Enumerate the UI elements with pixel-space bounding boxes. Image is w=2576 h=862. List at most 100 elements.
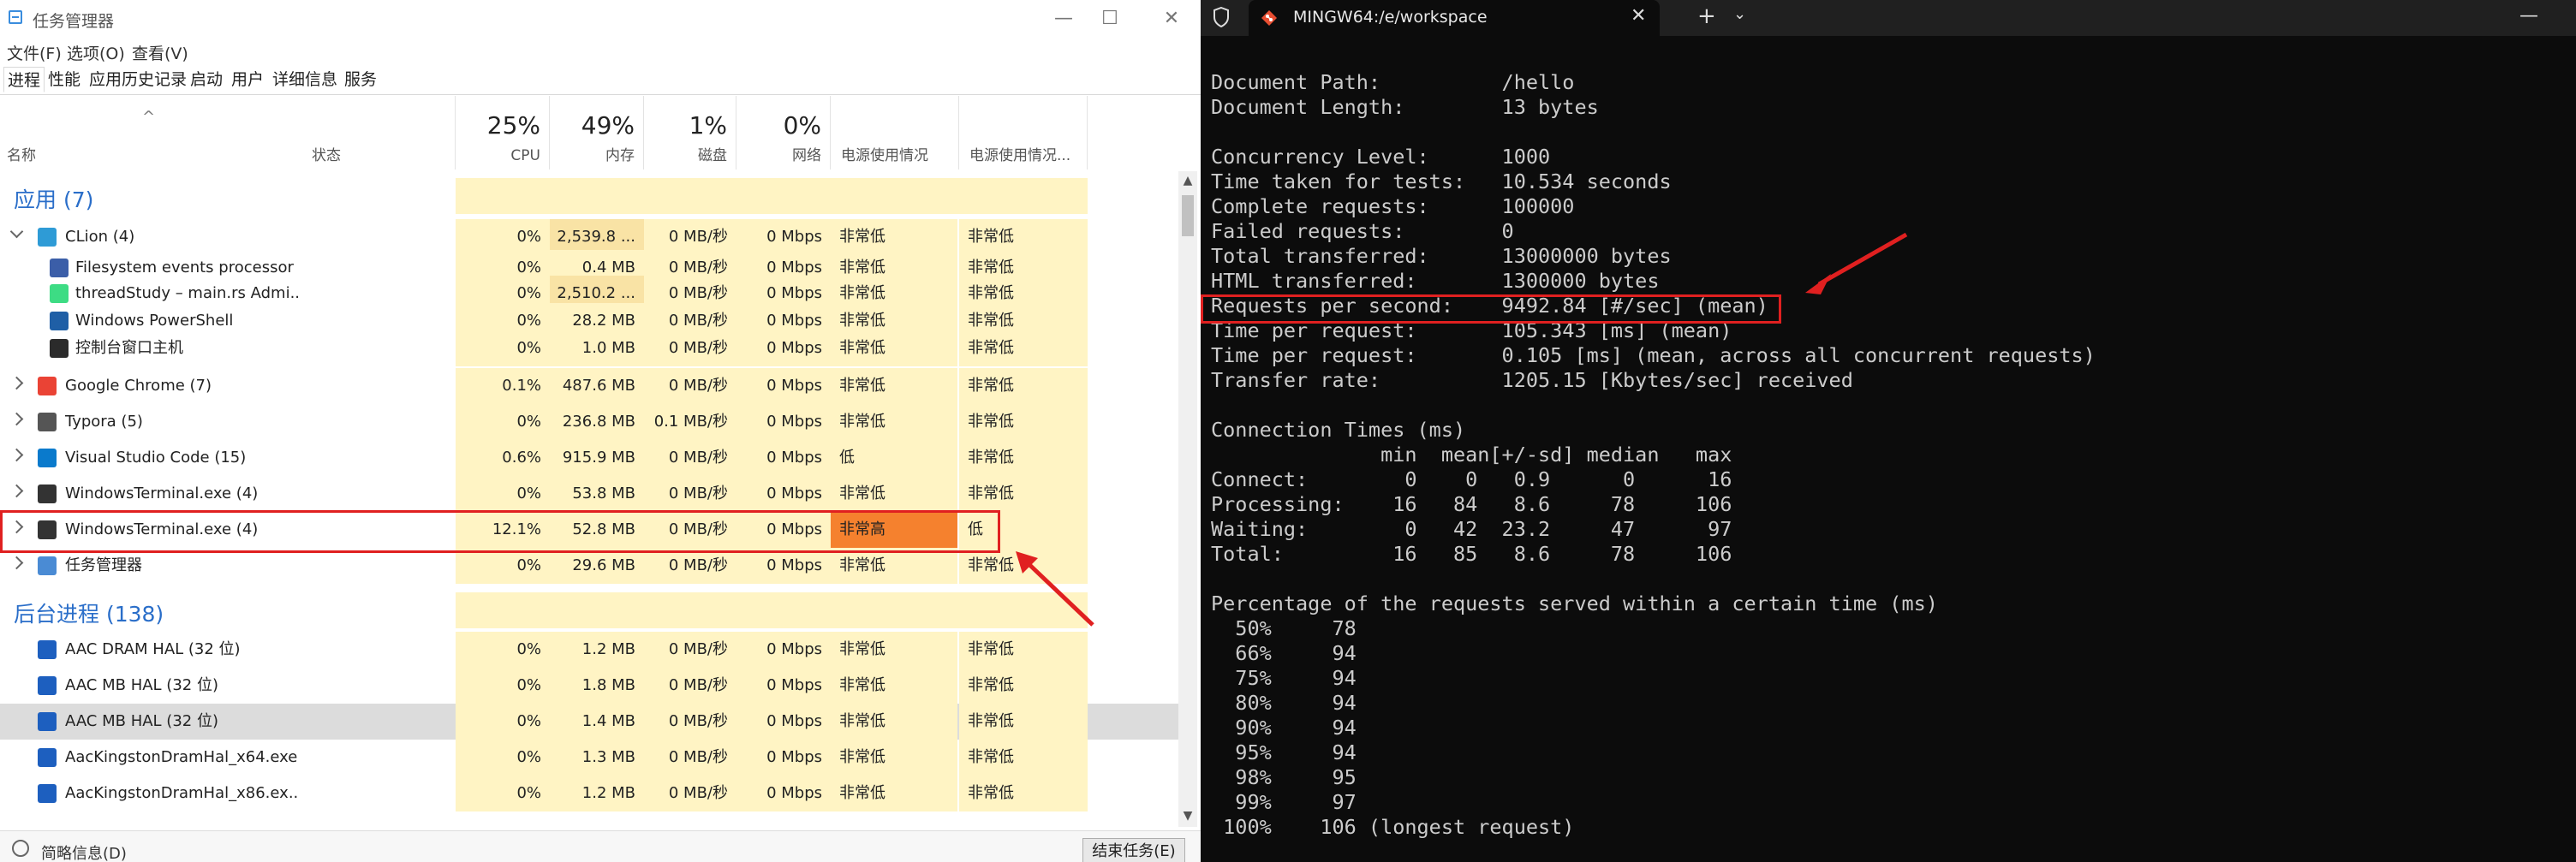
terminal-line: Complete requests: 100000 xyxy=(1211,194,1575,218)
column-cpu[interactable]: 25% CPU xyxy=(456,96,550,169)
scroll-down-icon[interactable]: ▼ xyxy=(1180,808,1196,823)
memory-value: 1.0 MB xyxy=(550,330,644,366)
expand-chevron-icon[interactable] xyxy=(9,484,24,498)
table-row[interactable]: Visual Studio Code (15) 0.6% 915.9 MB 0 MB/… xyxy=(0,440,1184,476)
power-value: 非常低 xyxy=(831,476,957,512)
column-disk[interactable]: 1% 磁盘 xyxy=(644,96,736,169)
process-name: AAC MB HAL (32 位) xyxy=(65,712,218,730)
group-header-apps: 应用 (7) xyxy=(0,178,1184,214)
table-row[interactable]: AAC MB HAL (32 位) 0% 1.4 MB 0 MB/秒 0 Mbps 非常低… xyxy=(0,704,1184,740)
process-name: 控制台窗口主机 xyxy=(75,339,183,357)
scrollbar-track[interactable] xyxy=(1178,171,1197,827)
table-row[interactable]: AAC DRAM HAL (32 位) 0% 1.2 MB 0 MB/秒 0 Mbps 非… xyxy=(0,632,1184,668)
menu-options[interactable]: 选项(O) xyxy=(67,41,125,64)
menu-view[interactable]: 查看(V) xyxy=(132,41,188,64)
tab-services[interactable]: 服务 xyxy=(341,67,380,92)
terminal-minimize-button[interactable]: — xyxy=(2519,5,2538,27)
expand-chevron-icon[interactable] xyxy=(9,224,24,239)
column-name[interactable]: 名称 xyxy=(0,96,305,169)
terminal-tab[interactable]: MINGW64:/e/workspace ✕ xyxy=(1249,0,1660,36)
expand-chevron-icon[interactable] xyxy=(9,556,24,570)
terminal-output[interactable]: Document Path: /hello Document Length: 1… xyxy=(1211,70,2096,840)
tab-processes[interactable]: 进程 xyxy=(3,67,45,92)
table-row[interactable]: AacKingstonDramHal_x86.ex... 0% 1.2 MB 0 MB… xyxy=(0,776,1184,811)
terminal-window: MINGW64:/e/workspace ✕ + ⌄ — Document Pa… xyxy=(1201,0,2576,862)
group-header-background: 后台进程 (138) xyxy=(0,592,1184,628)
table-row[interactable]: 控制台窗口主机 0% 1.0 MB 0 MB/秒 0 Mbps 非常低 非常低 xyxy=(0,330,1184,366)
collapse-icon[interactable] xyxy=(12,840,29,857)
process-icon xyxy=(38,748,57,767)
scrollbar-thumb[interactable] xyxy=(1182,195,1194,236)
power-value: 非常低 xyxy=(831,632,957,668)
group-background-title: 后台进程 (138) xyxy=(14,602,164,627)
tab-startup[interactable]: 启动 xyxy=(187,67,226,92)
less-details-link[interactable]: 简略信息(D) xyxy=(41,841,127,862)
table-row[interactable]: Typora (5) 0% 236.8 MB 0.1 MB/秒 0 Mbps 非常低 非常低 xyxy=(0,404,1184,440)
expand-chevron-icon[interactable] xyxy=(9,448,24,462)
table-row[interactable]: AacKingstonDramHal_x64.exe 0% 1.3 MB 0 MB/秒… xyxy=(0,740,1184,776)
expand-chevron-icon[interactable] xyxy=(9,412,24,426)
memory-total: 49% xyxy=(581,111,635,140)
tab-details[interactable]: 详细信息 xyxy=(269,67,341,92)
power-trend-value: 非常低 xyxy=(959,404,1088,440)
process-name: AAC DRAM HAL (32 位) xyxy=(65,640,241,658)
power-trend-value: 非常低 xyxy=(959,776,1088,811)
column-power-trend-label: 电源使用情况... xyxy=(969,147,1071,164)
process-name: Visual Studio Code (15) xyxy=(65,449,247,467)
tab-performance[interactable]: 性能 xyxy=(45,67,84,92)
memory-value: 1.2 MB xyxy=(550,632,644,668)
process-icon xyxy=(38,676,57,695)
new-tab-icon[interactable]: + xyxy=(1697,3,1716,29)
end-task-button[interactable]: 结束任务(E) xyxy=(1082,838,1185,862)
tab-users[interactable]: 用户 xyxy=(228,67,267,92)
column-power-label: 电源使用情况 xyxy=(841,147,928,164)
terminal-line: 75% 94 xyxy=(1211,666,1357,690)
disk-value: 0 MB/秒 xyxy=(644,704,736,740)
process-icon xyxy=(38,449,57,467)
terminal-line: Document Length: 13 bytes xyxy=(1211,95,1599,119)
network-value: 0 Mbps xyxy=(736,404,831,440)
process-icon xyxy=(50,259,69,277)
column-status[interactable]: 状态 xyxy=(305,96,456,169)
process-icon xyxy=(50,339,69,358)
cpu-value: 0% xyxy=(456,776,550,811)
dropdown-icon[interactable]: ⌄ xyxy=(1733,5,1746,23)
table-row[interactable]: WindowsTerminal.exe (4) 0% 53.8 MB 0 MB/秒 0 … xyxy=(0,476,1184,512)
disk-value: 0 MB/秒 xyxy=(644,740,736,776)
scroll-up-icon[interactable]: ▲ xyxy=(1180,173,1196,188)
expand-chevron-icon[interactable] xyxy=(9,376,24,390)
table-row[interactable]: 任务管理器 0% 29.6 MB 0 MB/秒 0 Mbps 非常低 非常低 xyxy=(0,548,1184,584)
memory-value: 1.4 MB xyxy=(550,704,644,740)
network-value: 0 Mbps xyxy=(736,330,831,366)
column-power[interactable]: 电源使用情况 xyxy=(831,96,959,169)
terminal-line: Time taken for tests: 10.534 seconds xyxy=(1211,169,1672,193)
network-value: 0 Mbps xyxy=(736,632,831,668)
power-value: 非常低 xyxy=(831,776,957,811)
terminal-tab-bar: MINGW64:/e/workspace ✕ + ⌄ — xyxy=(1201,0,2576,36)
column-memory-label: 内存 xyxy=(605,147,635,164)
column-network[interactable]: 0% 网络 xyxy=(736,96,831,169)
tab-app-history[interactable]: 应用历史记录 xyxy=(86,67,190,92)
terminal-line: Failed requests: 0 xyxy=(1211,219,1514,243)
close-button[interactable]: ✕ xyxy=(1146,3,1197,34)
terminal-line: Processing: 16 84 8.6 78 106 xyxy=(1211,492,1732,516)
process-name: AAC MB HAL (32 位) xyxy=(65,676,218,694)
menu-file[interactable]: 文件(F) xyxy=(7,41,62,64)
process-icon xyxy=(38,712,57,731)
process-name: Google Chrome (7) xyxy=(65,377,212,395)
network-value: 0 Mbps xyxy=(736,476,831,512)
column-power-trend[interactable]: 电源使用情况... xyxy=(959,96,1088,169)
column-memory[interactable]: 49% 内存 xyxy=(550,96,644,169)
cpu-value: 0% xyxy=(456,330,550,366)
git-bash-icon xyxy=(1261,10,1277,26)
table-row[interactable]: Google Chrome (7) 0.1% 487.6 MB 0 MB/秒 0 Mbp… xyxy=(0,368,1184,404)
table-row[interactable]: AAC MB HAL (32 位) 0% 1.8 MB 0 MB/秒 0 Mbps 非常低… xyxy=(0,668,1184,704)
maximize-button[interactable]: ☐ xyxy=(1084,3,1136,34)
network-total: 0% xyxy=(783,111,821,140)
tab-close-icon[interactable]: ✕ xyxy=(1631,5,1646,27)
process-icon xyxy=(38,556,57,575)
network-value: 0 Mbps xyxy=(736,776,831,811)
minimize-button[interactable]: — xyxy=(1038,3,1089,34)
network-value: 0 Mbps xyxy=(736,668,831,704)
memory-value: 29.6 MB xyxy=(550,548,644,584)
